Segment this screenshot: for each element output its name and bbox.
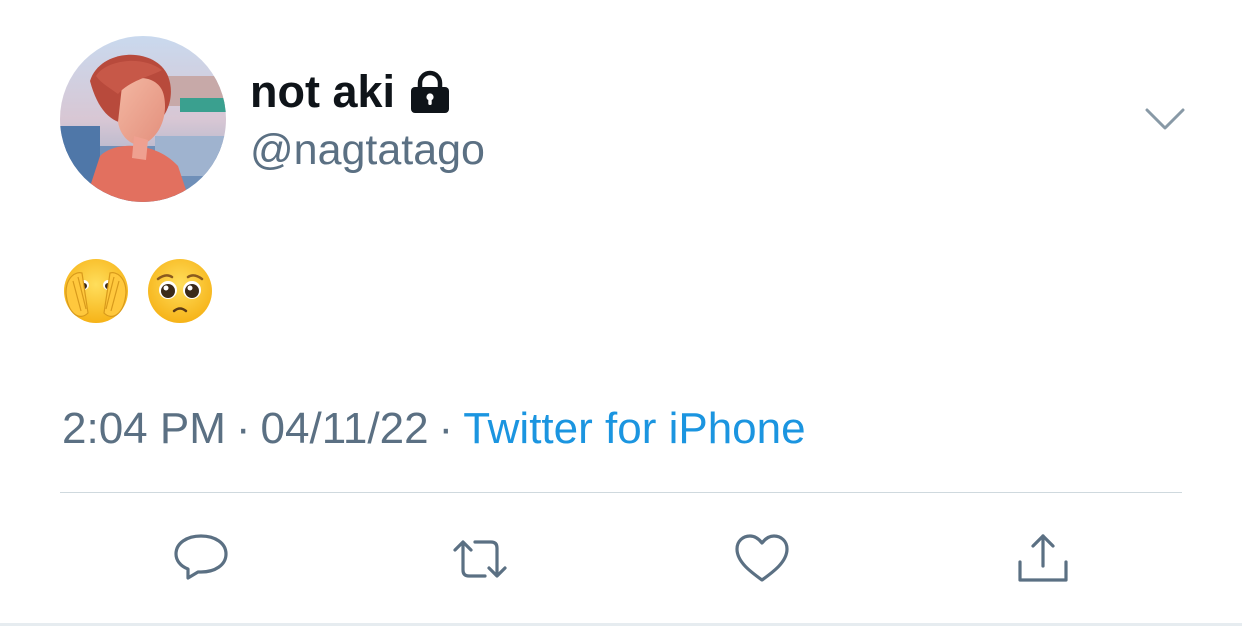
like-button[interactable] xyxy=(731,528,793,590)
heart-icon xyxy=(735,534,789,582)
meta-separator: · xyxy=(438,404,454,453)
meta-separator: · xyxy=(235,404,251,453)
avatar-photo xyxy=(60,36,226,202)
pleading-face-icon xyxy=(148,259,212,323)
display-name-text: not aki xyxy=(250,66,396,117)
tweet-menu-button[interactable] xyxy=(1143,104,1187,134)
face-with-open-eyes-and-hand-over-mouth-icon xyxy=(64,259,128,323)
tweet-meta: 2:04 PM · 04/11/22 · Twitter for iPhone xyxy=(62,402,806,456)
retweet-arrows-icon xyxy=(453,540,507,578)
share-button[interactable] xyxy=(1012,528,1074,590)
reply-button[interactable] xyxy=(170,528,232,590)
display-name[interactable]: not aki xyxy=(250,66,453,118)
tweet-text xyxy=(62,255,214,327)
avatar[interactable] xyxy=(60,36,226,202)
chevron-down-icon xyxy=(1145,108,1185,130)
user-handle[interactable]: @nagtatago xyxy=(250,125,485,175)
retweet-button[interactable] xyxy=(449,528,511,590)
share-upload-icon xyxy=(1018,534,1068,582)
divider xyxy=(60,492,1182,493)
speech-bubble-icon xyxy=(174,534,228,580)
lock-icon xyxy=(411,70,450,113)
tweet-source-link[interactable]: Twitter for iPhone xyxy=(463,404,805,453)
tweet-date: 04/11/22 xyxy=(260,404,429,453)
tweet-time: 2:04 PM xyxy=(62,404,226,453)
